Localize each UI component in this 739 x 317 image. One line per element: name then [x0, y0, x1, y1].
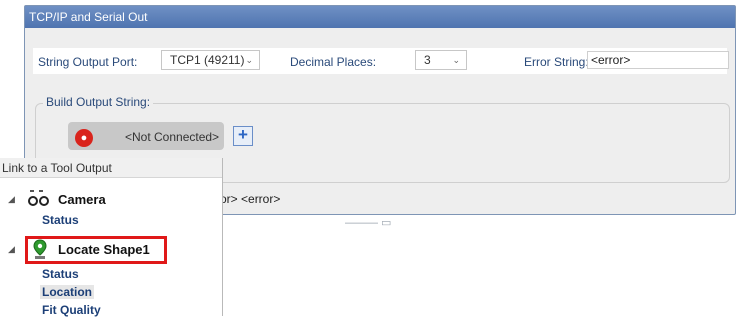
string-output-port-value: TCP1 (49211): [170, 53, 245, 67]
output-preview-text: ror> <error>: [216, 192, 281, 206]
camera-icon: [28, 190, 49, 206]
locate-location-item[interactable]: Location: [40, 285, 94, 299]
error-string-label: Error String:: [524, 55, 589, 69]
error-string-input[interactable]: <error>: [587, 51, 729, 69]
settings-row: String Output Port: TCP1 (49211) ⌄ Decim…: [33, 48, 729, 74]
decimal-places-select[interactable]: 3 ⌄: [415, 50, 467, 70]
decimal-places-value: 3: [424, 53, 431, 67]
token-text: <Not Connected>: [125, 130, 220, 144]
tree-node-camera[interactable]: Camera: [58, 192, 106, 207]
locate-fit-quality-item[interactable]: Fit Quality: [42, 303, 101, 317]
locate-status-item[interactable]: Status: [42, 267, 79, 281]
string-output-port-select[interactable]: TCP1 (49211) ⌄: [161, 50, 260, 70]
highlight-box: [25, 236, 167, 264]
popup-header: Link to a Tool Output: [0, 158, 222, 178]
camera-status-item[interactable]: Status: [42, 213, 79, 227]
string-output-port-label: String Output Port:: [38, 55, 138, 69]
background-text-top: —— ——— ——— ———: [300, 0, 436, 4]
dialog-titlebar[interactable]: TCP/IP and Serial Out: [25, 6, 735, 28]
expander-triangle-icon[interactable]: ◢: [8, 194, 15, 205]
add-button[interactable]: +: [233, 126, 253, 146]
chevron-down-icon: ⌄: [452, 55, 460, 65]
build-output-label: Build Output String:: [43, 95, 154, 109]
background-text-bottom: ——— ▭: [345, 217, 392, 229]
link-tool-output-popup: Link to a Tool Output ◢ Camera Status ◢ …: [0, 158, 223, 317]
expander-triangle-icon[interactable]: ◢: [8, 244, 15, 255]
chevron-down-icon: ⌄: [245, 55, 253, 65]
plug-icon: ●: [75, 129, 93, 147]
decimal-places-label: Decimal Places:: [290, 55, 377, 69]
